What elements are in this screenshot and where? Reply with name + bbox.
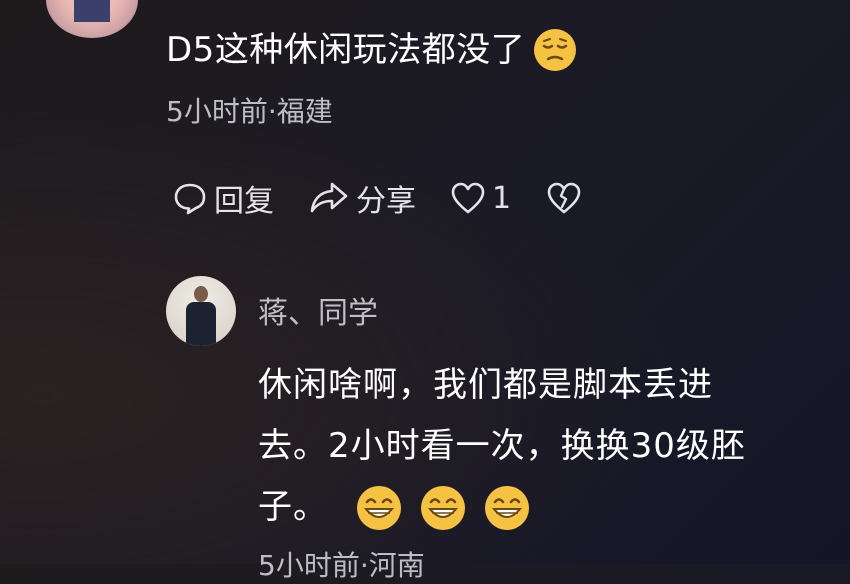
avatar-body: [186, 302, 216, 346]
share-button[interactable]: 分享: [308, 176, 416, 220]
reply-author-name[interactable]: 蒋、同学: [258, 288, 378, 332]
broken-heart-icon: [547, 182, 581, 214]
speech-bubble-icon: [174, 183, 206, 215]
comment-actions: 回复 分享 1: [172, 176, 617, 220]
avatar-head: [194, 286, 208, 302]
reply-label: 回复: [214, 184, 274, 219]
share-label: 分享: [356, 184, 416, 219]
dislike-button[interactable]: [545, 180, 583, 216]
like-button[interactable]: 1: [450, 181, 511, 216]
reply-meta: 5小时前·河南: [258, 549, 425, 582]
reply-body: 休闲啥啊，我们都是脚本丢进 去。2小时看一次，换换30级胚 子。: [258, 355, 818, 538]
like-count: 1: [492, 180, 512, 216]
reply-button[interactable]: 回复: [172, 176, 274, 220]
reply-line: 去。2小时看一次，换换30级胚: [258, 426, 746, 466]
reply-line: 子。: [258, 487, 328, 527]
commenter-avatar[interactable]: [46, 0, 138, 38]
comment-meta: 5小时前·福建: [166, 95, 333, 128]
grinning-face-emoji-icon: [484, 485, 530, 531]
grinning-face-emoji-icon: [356, 485, 402, 531]
comment-body: D5这种休闲玩法都没了: [166, 28, 577, 72]
reply-emoji-group: [356, 485, 530, 531]
avatar-shirt: [74, 0, 110, 22]
pensive-face-emoji-icon: [533, 28, 577, 72]
heart-icon: [451, 182, 485, 214]
reply-author-avatar[interactable]: [166, 276, 236, 346]
reply-line: 休闲啥啊，我们都是脚本丢进: [258, 365, 713, 405]
grinning-face-emoji-icon: [420, 485, 466, 531]
share-arrow-icon: [310, 182, 348, 213]
comment-text: D5这种休闲玩法都没了: [166, 30, 526, 70]
reply-line-with-emoji: 子。: [258, 477, 818, 538]
